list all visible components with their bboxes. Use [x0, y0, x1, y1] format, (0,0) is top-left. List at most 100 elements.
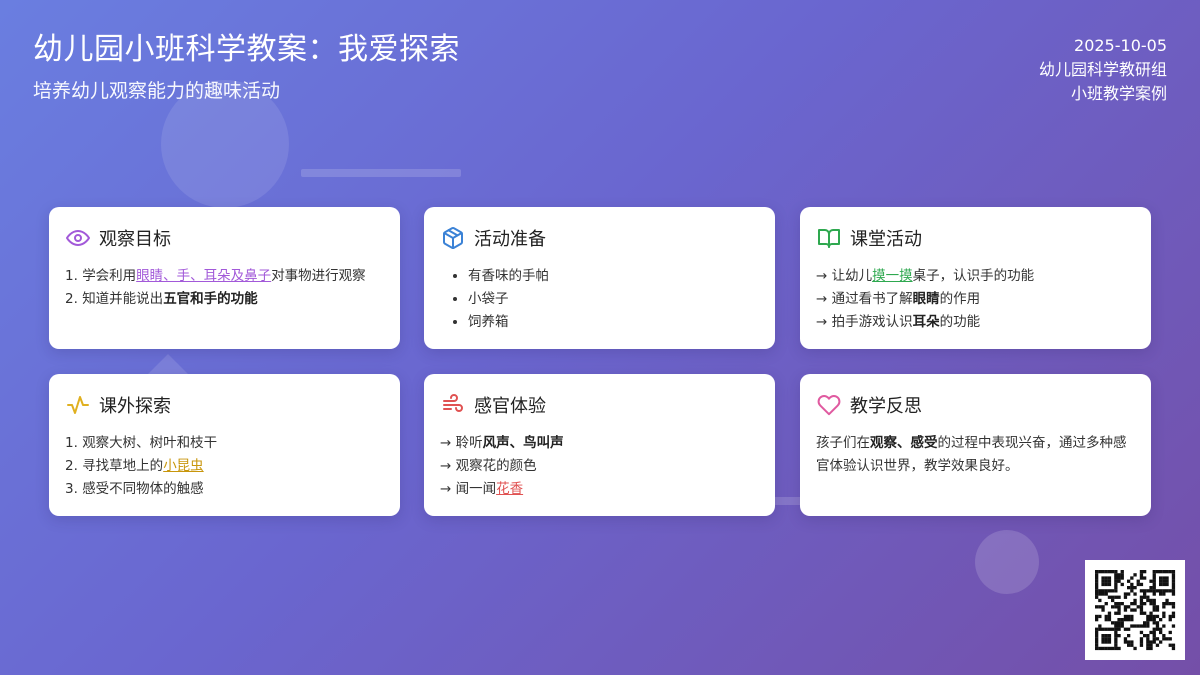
qr-module: [1101, 579, 1105, 583]
qr-module: [1165, 589, 1169, 593]
qr-module: [1165, 598, 1169, 603]
qr-module: [1123, 592, 1128, 596]
qr-module: [1149, 598, 1153, 603]
qr-module: [1133, 602, 1137, 606]
list-item: → 通过看书了解眼睛的作用: [816, 291, 981, 307]
qr-module: [1152, 614, 1156, 619]
qr-module: [1171, 602, 1176, 606]
qr-module: [1111, 598, 1115, 603]
qr-module: [1095, 595, 1099, 599]
qr-module: [1171, 624, 1176, 628]
qr-module: [1165, 602, 1169, 606]
qr-module: [1168, 637, 1172, 641]
qr-module: [1098, 605, 1102, 609]
list-item: 2. 知道并能说出五官和手的功能: [65, 291, 258, 307]
list-item: 1. 观察大树、树叶和枝干: [65, 435, 218, 451]
qr-module: [1101, 592, 1105, 596]
qr-module: [1143, 624, 1147, 628]
qr-module: [1114, 621, 1118, 625]
header: 幼儿园小班科学教案：我爱探索 培养幼儿观察能力的趣味活动: [33, 30, 460, 104]
category-label: 小班教学案例: [1070, 84, 1167, 103]
qr-module: [1168, 630, 1172, 635]
qr-module: [1095, 576, 1099, 580]
qr-module: [1136, 605, 1140, 609]
qr-module: [1171, 570, 1176, 574]
qr-module: [1171, 589, 1176, 593]
highlight-link[interactable]: 花香: [496, 481, 523, 497]
qr-module: [1146, 598, 1150, 603]
qr-module: [1165, 579, 1169, 583]
qr-module: [1133, 608, 1137, 612]
qr-module: [1117, 627, 1121, 631]
qr-module: [1101, 582, 1105, 587]
card-title: 感官体验: [474, 396, 546, 417]
qr-module: [1117, 605, 1121, 609]
qr-module: [1114, 611, 1118, 615]
qr-module: [1165, 582, 1169, 587]
qr-module: [1098, 646, 1102, 651]
qr-module: [1117, 579, 1121, 583]
qr-module: [1159, 640, 1163, 644]
qr-module: [1104, 592, 1108, 596]
qr-module: [1165, 576, 1169, 580]
qr-module: [1139, 640, 1144, 644]
qr-module: [1130, 640, 1134, 644]
qr-module: [1117, 608, 1121, 612]
qr-module: [1130, 643, 1134, 647]
qr-module: [1152, 589, 1156, 593]
qr-module: [1120, 624, 1124, 628]
qr-module: [1159, 589, 1163, 593]
list-item: 饲养箱: [468, 311, 759, 334]
qr-module: [1107, 582, 1112, 587]
box-icon: [440, 225, 466, 251]
qr-module: [1104, 602, 1108, 606]
qr-module: [1155, 621, 1160, 625]
wind-icon: [440, 392, 466, 418]
qr-module: [1130, 589, 1134, 593]
date-label: 2025-10-05: [1074, 36, 1167, 55]
qr-module: [1152, 637, 1156, 641]
qr-module: [1162, 614, 1166, 619]
qr-module: [1155, 643, 1160, 647]
qr-module: [1171, 586, 1176, 590]
qr-module: [1107, 614, 1112, 619]
qr-module: [1139, 605, 1144, 609]
qr-module: [1146, 621, 1150, 625]
qr-module: [1120, 618, 1124, 622]
qr-module: [1168, 614, 1172, 619]
qr-module: [1095, 586, 1099, 590]
qr-module: [1139, 595, 1144, 599]
qr-module: [1139, 598, 1144, 603]
qr-module: [1095, 627, 1099, 631]
qr-module: [1104, 570, 1108, 574]
qr-module: [1120, 621, 1124, 625]
activity-icon: [65, 392, 91, 418]
qr-module: [1159, 592, 1163, 596]
qr-module: [1114, 624, 1118, 628]
qr-module: [1155, 608, 1160, 612]
highlight-link[interactable]: 摸一摸: [872, 268, 913, 284]
qr-module: [1114, 634, 1118, 638]
qr-module: [1159, 618, 1163, 622]
highlight-link[interactable]: 小昆虫: [163, 458, 204, 474]
qr-module: [1107, 595, 1112, 599]
qr-module: [1095, 614, 1099, 619]
qr-module: [1104, 646, 1108, 651]
qr-module: [1146, 589, 1150, 593]
qr-module: [1101, 634, 1105, 638]
list-item: 小袋子: [468, 288, 759, 311]
qr-module: [1095, 618, 1099, 622]
qr-module: [1095, 630, 1099, 635]
qr-module: [1123, 595, 1128, 599]
qr-module: [1133, 586, 1137, 590]
qr-module: [1127, 605, 1131, 609]
qr-module: [1107, 646, 1112, 651]
qr-module: [1123, 618, 1128, 622]
qr-module: [1127, 634, 1131, 638]
highlight-link[interactable]: 眼睛、手、耳朵及鼻子: [136, 268, 271, 284]
qr-module: [1152, 598, 1156, 603]
qr-module: [1114, 589, 1118, 593]
qr-module: [1133, 573, 1137, 577]
qr-module: [1107, 637, 1112, 641]
qr-module: [1146, 640, 1150, 644]
